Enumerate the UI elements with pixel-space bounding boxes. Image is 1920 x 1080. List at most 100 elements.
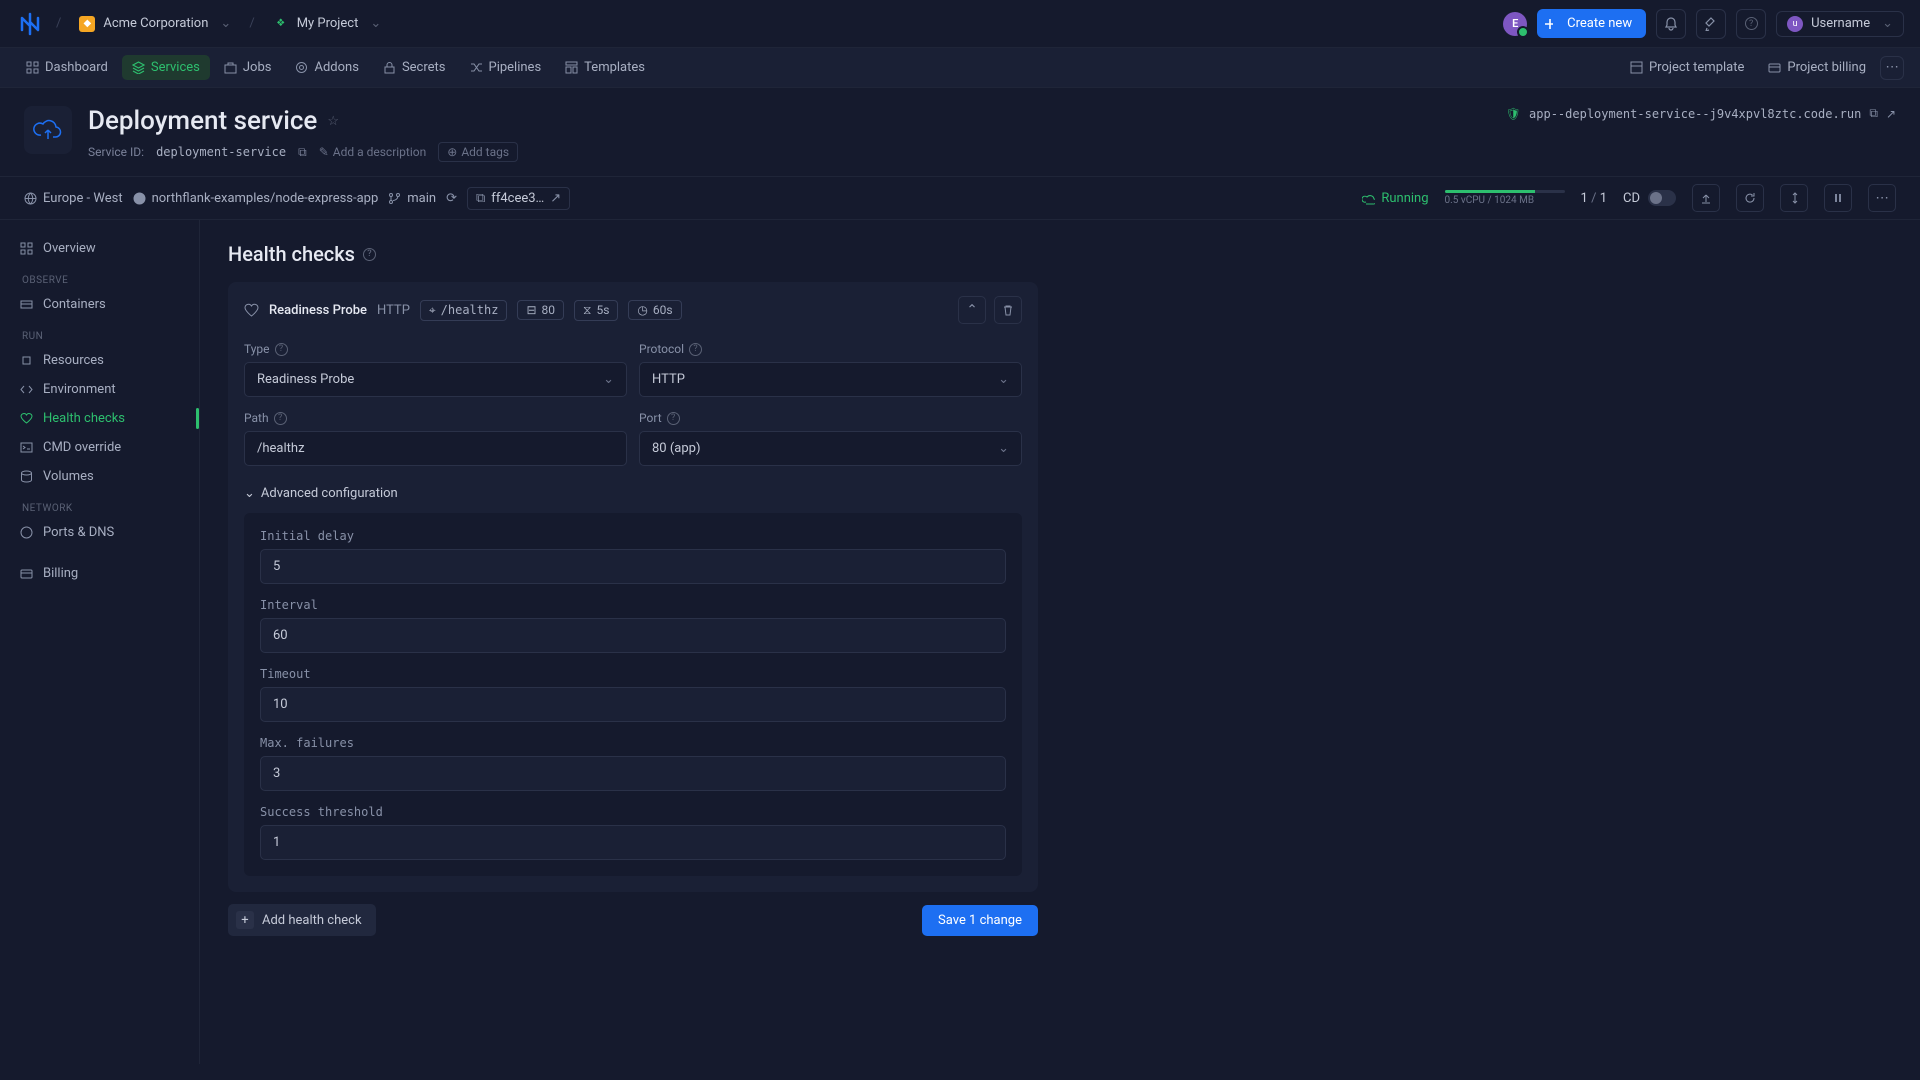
chevron-down-icon: ⌄ bbox=[1882, 16, 1893, 31]
sidebar-item-resources[interactable]: Resources bbox=[0, 346, 199, 375]
more-actions-button[interactable]: ⋯ bbox=[1868, 184, 1896, 212]
branch[interactable]: main bbox=[388, 191, 436, 206]
input-interval[interactable]: 60 bbox=[260, 618, 1006, 653]
copy-id-button[interactable]: ⧉ bbox=[298, 145, 307, 160]
help-icon[interactable]: ? bbox=[275, 343, 288, 356]
user-avatar-icon: u bbox=[1787, 16, 1803, 32]
trash-icon bbox=[1002, 304, 1014, 316]
sidebar-item-volumes[interactable]: Volumes bbox=[0, 462, 199, 491]
sidebar-item-overview[interactable]: Overview bbox=[0, 234, 199, 263]
chevron-down-icon: ⌄ bbox=[998, 441, 1009, 456]
star-button[interactable]: ☆ bbox=[327, 114, 339, 129]
collapse-button[interactable]: ⌃ bbox=[958, 296, 986, 324]
cd-toggle[interactable]: CD bbox=[1623, 190, 1676, 206]
tab-services[interactable]: Services bbox=[122, 55, 210, 80]
select-port[interactable]: 80 (app)⌄ bbox=[639, 431, 1022, 466]
external-link-icon: ↗ bbox=[550, 191, 561, 206]
sidebar-item-ports[interactable]: Ports & DNS bbox=[0, 518, 199, 547]
sidebar-group-observe: OBSERVE bbox=[0, 263, 199, 290]
topbar: / ◆ Acme Corporation ⌄ / ❖ My Project ⌄ … bbox=[0, 0, 1920, 48]
tab-pipelines[interactable]: Pipelines bbox=[460, 55, 552, 80]
breadcrumb-org[interactable]: ◆ Acme Corporation ⌄ bbox=[73, 12, 237, 36]
briefcase-icon bbox=[224, 61, 237, 74]
chevron-down-icon: ⌄ bbox=[370, 16, 381, 31]
input-initial-delay[interactable]: 5 bbox=[260, 549, 1006, 584]
label-timeout: Timeout bbox=[260, 667, 1006, 681]
page-title: Health checks? bbox=[228, 242, 1892, 266]
tab-jobs[interactable]: Jobs bbox=[214, 55, 282, 80]
repo[interactable]: northflank-examples/node-express-app bbox=[133, 191, 379, 206]
avatar[interactable]: E bbox=[1503, 12, 1527, 36]
refresh-branch-button[interactable]: ⟳ bbox=[446, 191, 457, 206]
heart-icon bbox=[20, 412, 33, 425]
dots-icon: ⋯ bbox=[1875, 191, 1888, 206]
sidebar-item-cmd-override[interactable]: CMD override bbox=[0, 433, 199, 462]
label-interval: Interval bbox=[260, 598, 1006, 612]
status-running: Running bbox=[1362, 191, 1428, 206]
select-type[interactable]: Readiness Probe⌄ bbox=[244, 362, 627, 397]
sidebar-item-containers[interactable]: Containers bbox=[0, 290, 199, 319]
label-protocol: Protocol? bbox=[639, 342, 1022, 356]
tab-addons[interactable]: Addons bbox=[285, 55, 368, 80]
project-template-button[interactable]: Project template bbox=[1620, 55, 1754, 80]
logo[interactable] bbox=[16, 10, 44, 38]
notifications-button[interactable] bbox=[1656, 9, 1686, 39]
northflank-logo-icon bbox=[16, 10, 44, 38]
select-protocol[interactable]: HTTP⌄ bbox=[639, 362, 1022, 397]
restart-button[interactable] bbox=[1736, 184, 1764, 212]
help-icon[interactable]: ? bbox=[667, 412, 680, 425]
help-icon[interactable]: ? bbox=[689, 343, 702, 356]
sidebar-item-health-checks[interactable]: Health checks bbox=[0, 404, 199, 433]
sidebar: Overview OBSERVE Containers RUN Resource… bbox=[0, 220, 200, 1064]
more-button[interactable]: ⋯ bbox=[1880, 56, 1904, 80]
input-max-failures[interactable]: 3 bbox=[260, 756, 1006, 791]
shuffle-icon bbox=[470, 61, 483, 74]
create-new-button[interactable]: Create new bbox=[1553, 9, 1646, 38]
changelog-button[interactable] bbox=[1696, 9, 1726, 39]
input-timeout[interactable]: 10 bbox=[260, 687, 1006, 722]
region[interactable]: Europe - West bbox=[24, 191, 123, 206]
advanced-toggle[interactable]: ⌄Advanced configuration bbox=[244, 480, 1022, 513]
add-description-button[interactable]: ✎Add a description bbox=[319, 145, 427, 159]
commit-icon: ⧉ bbox=[476, 191, 485, 206]
breadcrumb-project[interactable]: ❖ My Project ⌄ bbox=[267, 12, 388, 36]
add-health-check-button[interactable]: +Add health check bbox=[228, 904, 376, 936]
disk-icon bbox=[20, 470, 33, 483]
containers-icon bbox=[20, 298, 33, 311]
tab-templates[interactable]: Templates bbox=[555, 55, 655, 80]
advanced-config: Initial delay 5 Interval 60 Timeout 10 M… bbox=[244, 513, 1022, 876]
toggle-switch[interactable] bbox=[1648, 190, 1676, 206]
bell-icon bbox=[1664, 17, 1678, 31]
open-domain-button[interactable]: ↗ bbox=[1886, 107, 1896, 121]
add-tags-button[interactable]: ⊕Add tags bbox=[438, 142, 518, 162]
deploy-button[interactable] bbox=[1692, 184, 1720, 212]
pill-port: ⊟80 bbox=[517, 300, 564, 320]
scale-button[interactable] bbox=[1780, 184, 1808, 212]
pause-button[interactable] bbox=[1824, 184, 1852, 212]
sidebar-item-billing[interactable]: Billing bbox=[0, 559, 199, 588]
port-icon: ⊟ bbox=[526, 303, 536, 317]
rocket-icon bbox=[1704, 17, 1718, 31]
shield-icon: 🛡 bbox=[1506, 107, 1521, 121]
delete-button[interactable] bbox=[994, 296, 1022, 324]
lock-icon bbox=[383, 61, 396, 74]
help-icon[interactable]: ? bbox=[363, 248, 376, 261]
help-button[interactable]: ? bbox=[1736, 9, 1766, 39]
tab-secrets[interactable]: Secrets bbox=[373, 55, 456, 80]
template-icon bbox=[565, 61, 578, 74]
project-badge-icon: ❖ bbox=[273, 16, 289, 32]
user-menu[interactable]: u Username ⌄ bbox=[1776, 11, 1904, 37]
help-icon[interactable]: ? bbox=[274, 412, 287, 425]
resource-meter: 0.5 vCPU / 1024 MB bbox=[1445, 190, 1565, 206]
label-max-failures: Max. failures bbox=[260, 736, 1006, 750]
sidebar-item-environment[interactable]: Environment bbox=[0, 375, 199, 404]
project-billing-button[interactable]: Project billing bbox=[1758, 55, 1876, 80]
input-success-threshold[interactable]: 1 bbox=[260, 825, 1006, 860]
input-path[interactable]: /healthz bbox=[244, 431, 627, 466]
tab-dashboard[interactable]: Dashboard bbox=[16, 55, 118, 80]
service-domain: app--deployment-service--j9v4xpvl8ztc.co… bbox=[1529, 107, 1861, 121]
save-button[interactable]: Save 1 change bbox=[922, 905, 1038, 936]
commit-chip[interactable]: ⧉ ff4cee3… ↗ bbox=[467, 187, 570, 210]
timer-icon: ⧖ bbox=[583, 303, 591, 318]
copy-domain-button[interactable]: ⧉ bbox=[1869, 106, 1878, 121]
